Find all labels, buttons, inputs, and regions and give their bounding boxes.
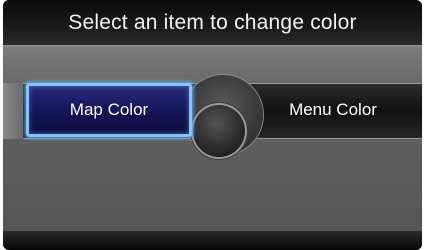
menu-color-label: Menu Color [289,100,377,119]
navigation-screen: Select an item to change color Map Color… [3,0,422,250]
header-bar: Select an item to change color [3,0,422,47]
screen-title: Select an item to change color [68,10,357,34]
map-color-label: Map Color [69,100,149,119]
footer-bar [3,231,422,250]
interface-dial-knob[interactable] [193,105,245,157]
bar-left-cap [3,83,23,139]
map-color-button[interactable]: Map Color [26,83,192,137]
menu-color-button[interactable]: Menu Color [248,83,418,137]
